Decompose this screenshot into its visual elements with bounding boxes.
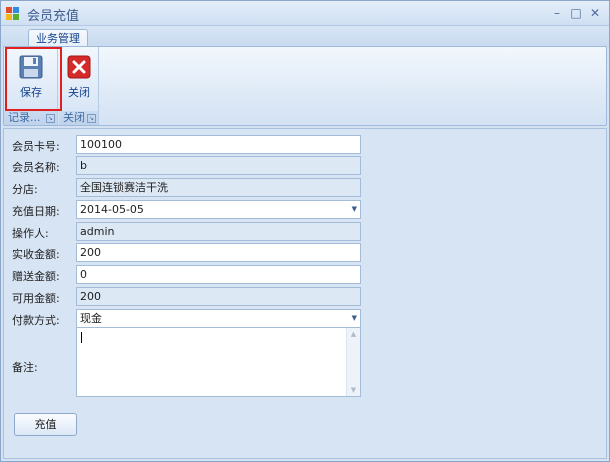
card-no-input[interactable]: 100100	[76, 135, 361, 154]
remark-label: 备注:	[12, 361, 38, 374]
ribbon-group-record: 保存 记录... ↘	[4, 47, 58, 125]
charge-date-picker[interactable]: 2014-05-05 ▼	[76, 200, 361, 219]
ribbon-tab-strip: 业务管理	[1, 26, 609, 48]
charge-button[interactable]: 充值	[14, 413, 77, 436]
app-icon	[6, 7, 19, 20]
operator-label: 操作人:	[12, 227, 49, 240]
scroll-down-icon[interactable]: ▼	[347, 386, 360, 394]
group-launcher-icon[interactable]: ↘	[46, 114, 55, 123]
save-button[interactable]: 保存	[11, 51, 51, 109]
ribbon-panel: 保存 记录... ↘ 关闭 关闭 ↘	[3, 46, 607, 126]
close-icon	[67, 55, 91, 79]
ribbon-group-close: 关闭 关闭 ↘	[59, 47, 99, 125]
close-button-label: 关闭	[68, 86, 90, 99]
payment-method-select[interactable]: 现金 ▼	[76, 309, 361, 328]
available-amount-label: 可用金额:	[12, 292, 60, 305]
received-amount-label: 实收金额:	[12, 248, 60, 261]
branch-label: 分店:	[12, 183, 38, 196]
payment-method-value: 现金	[80, 312, 102, 325]
branch-field: 全国连锁赛洁干洗	[76, 178, 361, 197]
member-name-field: b	[76, 156, 361, 175]
text-caret	[81, 332, 82, 343]
close-button[interactable]: 关闭	[59, 51, 99, 109]
charge-date-label: 充值日期:	[12, 205, 60, 218]
payment-method-label: 付款方式:	[12, 314, 60, 327]
maximize-button[interactable]: □	[568, 5, 584, 21]
window-title: 会员充值	[27, 9, 80, 24]
remark-textarea[interactable]: ▲ ▼	[76, 327, 361, 397]
minimize-button[interactable]: –	[549, 5, 565, 21]
available-amount-field: 200	[76, 287, 361, 306]
recharge-form: 会员卡号: 100100 会员名称: b 分店: 全国连锁赛洁干洗 充值日期: …	[3, 128, 607, 459]
member-recharge-window: 会员充值 – □ ✕ 业务管理 保存 记录... ↘ 关闭 关闭 ↘ 会员卡号:…	[0, 0, 610, 462]
card-no-label: 会员卡号:	[12, 140, 60, 153]
member-name-label: 会员名称:	[12, 161, 60, 174]
chevron-down-icon[interactable]: ▼	[352, 310, 357, 327]
remark-scrollbar[interactable]: ▲ ▼	[346, 328, 360, 396]
save-icon	[19, 55, 43, 79]
save-button-label: 保存	[20, 86, 42, 99]
bonus-amount-label: 赠送金额:	[12, 270, 60, 283]
received-amount-input[interactable]: 200	[76, 243, 361, 262]
chevron-down-icon[interactable]: ▼	[352, 201, 357, 218]
title-bar: 会员充值 – □ ✕	[1, 1, 609, 26]
window-close-button[interactable]: ✕	[587, 5, 603, 21]
bonus-amount-input[interactable]: 0	[76, 265, 361, 284]
scroll-up-icon[interactable]: ▲	[347, 330, 360, 338]
operator-field: admin	[76, 222, 361, 241]
charge-date-value: 2014-05-05	[80, 203, 144, 216]
group-launcher-icon[interactable]: ↘	[87, 114, 96, 123]
